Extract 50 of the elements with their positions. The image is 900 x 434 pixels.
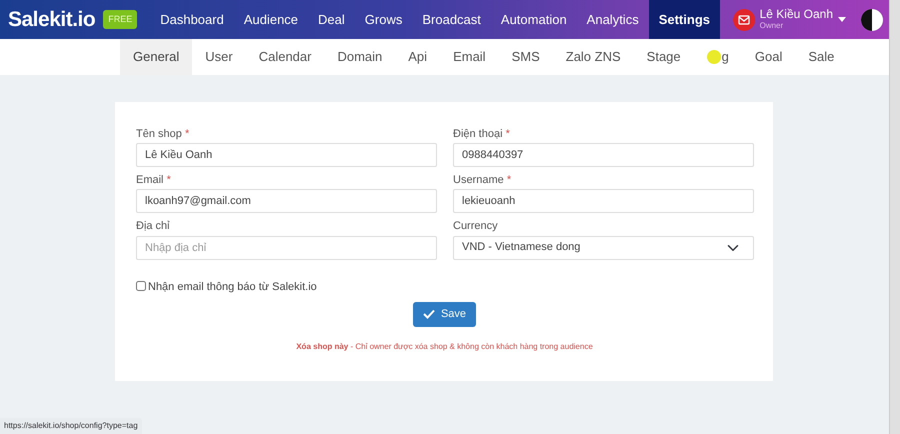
settings-tab[interactable]: Sale [795, 39, 848, 75]
field-label: Điện thoại [453, 128, 503, 140]
settings-tab[interactable]: Api [395, 39, 440, 75]
input-field[interactable]: 0988440397 [453, 143, 754, 168]
delete-shop-note: Xóa shop này - Chỉ owner được xóa shop & không còn khách hàng trong audience [296, 342, 593, 352]
settings-tab[interactable]: User [192, 39, 246, 75]
settings-tab[interactable]: SMS [498, 39, 553, 75]
nav-link[interactable]: Dashboard [150, 0, 234, 39]
nav-link[interactable]: Audience [234, 0, 308, 39]
input-field[interactable]: Lê Kiều Oanh [136, 143, 437, 168]
required-mark: * [184, 128, 190, 140]
field-label: Currency [453, 220, 498, 232]
field-label: Username [453, 174, 504, 186]
settings-tab[interactable]: Domain [324, 39, 396, 75]
settings-tab[interactable]: Stage [634, 39, 694, 75]
required-mark: * [166, 174, 171, 186]
caret-icon[interactable] [838, 17, 846, 22]
input-field[interactable]: lekieuoanh [453, 189, 754, 214]
nav-link[interactable]: Settings [648, 0, 720, 39]
nav-link[interactable]: Grows [354, 0, 412, 39]
mail-icon[interactable] [732, 8, 755, 30]
user-name[interactable]: Lê Kiều Oanh [760, 8, 833, 20]
nav-link[interactable]: Automation [490, 0, 577, 39]
required-mark: * [506, 174, 512, 186]
field-label: Địa chỉ [136, 220, 170, 232]
input-field[interactable]: lkoanh97@gmail.com [136, 189, 437, 214]
avatar[interactable] [861, 8, 883, 30]
nav-link[interactable]: Deal [308, 0, 355, 39]
input-field[interactable]: Nhập địa chỉ [136, 236, 437, 260]
user-role: Owner [760, 20, 784, 32]
checkbox-label: Nhận email thông báo từ Salekit.io [148, 280, 317, 293]
settings-tab[interactable]: Email [440, 39, 499, 75]
save-button[interactable]: Save [412, 302, 476, 327]
nav-link[interactable]: Analytics [576, 0, 649, 39]
currency-select[interactable]: VND - Vietnamese dong [453, 236, 754, 260]
status-url: https://salekit.io/shop/config?type=tag [0, 418, 142, 434]
settings-tab[interactable]: Goal [742, 39, 796, 75]
settings-tab[interactable]: Zalo ZNS [552, 39, 634, 75]
check-icon [422, 309, 435, 320]
checkbox[interactable] [136, 280, 146, 291]
settings-tab[interactable]: Calendar [246, 39, 324, 75]
scrollbar[interactable] [889, 0, 900, 434]
plan-badge: FREE [103, 10, 138, 30]
field-label: Email [136, 174, 164, 186]
required-mark: * [506, 128, 510, 140]
settings-tab[interactable]: General [120, 39, 192, 75]
settings-tab[interactable]: g [694, 39, 742, 75]
nav-link[interactable]: Broadcast [412, 0, 491, 39]
field-label: Tên shop [136, 128, 182, 140]
logo[interactable]: Salekit.io [8, 4, 96, 36]
